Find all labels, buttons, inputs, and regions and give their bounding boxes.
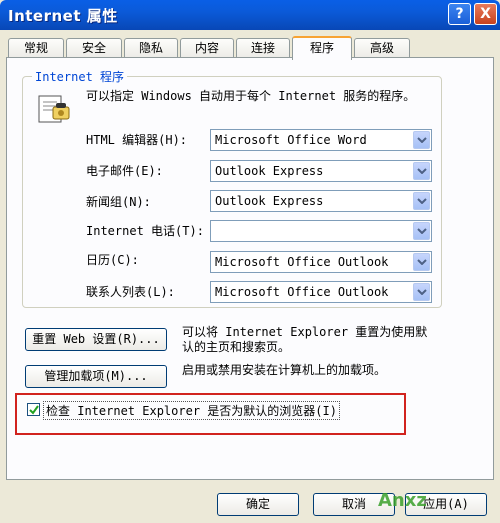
tab-advanced[interactable]: 高级 — [354, 38, 410, 58]
ok-button[interactable]: 确定 — [217, 493, 299, 516]
html-editor-value: Microsoft Office Word — [215, 133, 367, 147]
group-description: 可以指定 Windows 自动用于每个 Internet 服务的程序。 — [86, 89, 416, 103]
internet-call-select[interactable] — [210, 220, 432, 242]
reset-description-line2: 认的主页和搜索页。 — [182, 340, 291, 354]
html-editor-select[interactable]: Microsoft Office Word — [210, 129, 432, 151]
email-select[interactable]: Outlook Express — [210, 160, 432, 182]
manage-addons-button[interactable]: 管理加载项(M)... — [25, 365, 167, 388]
window-title: Internet 属性 — [8, 7, 118, 25]
watermark-logo: Anxz — [378, 490, 427, 511]
contacts-value: Microsoft Office Outlook — [215, 285, 389, 299]
chevron-down-icon[interactable] — [413, 192, 430, 210]
programs-icon — [36, 90, 72, 129]
chevron-down-icon[interactable] — [413, 253, 430, 271]
tab-general[interactable]: 常规 — [8, 38, 64, 58]
tab-strip: 常规 安全 隐私 内容 连接 程序 高级 — [0, 36, 500, 60]
contacts-label: 联系人列表(L): — [86, 285, 175, 299]
addons-description: 启用或禁用安装在计算机上的加载项。 — [182, 363, 387, 377]
checkmark-icon — [29, 405, 39, 415]
contacts-select[interactable]: Microsoft Office Outlook — [210, 281, 432, 303]
calendar-label: 日历(C): — [86, 253, 139, 267]
email-label: 电子邮件(E): — [86, 164, 163, 178]
help-button[interactable]: ? — [448, 3, 471, 25]
chevron-down-icon[interactable] — [413, 283, 430, 301]
chevron-down-icon[interactable] — [413, 131, 430, 149]
reset-description-line1: 可以将 Internet Explorer 重置为使用默 — [182, 325, 428, 339]
reset-web-settings-button[interactable]: 重置 Web 设置(R)... — [25, 328, 167, 351]
email-value: Outlook Express — [215, 164, 324, 178]
close-button[interactable]: X — [474, 3, 497, 25]
calendar-select[interactable]: Microsoft Office Outlook — [210, 251, 432, 273]
newsgroup-value: Outlook Express — [215, 194, 324, 208]
calendar-value: Microsoft Office Outlook — [215, 255, 389, 269]
newsgroup-select[interactable]: Outlook Express — [210, 190, 432, 212]
title-bar: Internet 属性 ? X — [0, 0, 500, 30]
tab-programs[interactable]: 程序 — [292, 36, 352, 60]
default-browser-label[interactable]: 检查 Internet Explorer 是否为默认的浏览器(I) — [43, 401, 340, 420]
tab-connections[interactable]: 连接 — [236, 38, 290, 58]
tab-privacy[interactable]: 隐私 — [124, 38, 178, 58]
group-label: Internet 程序 — [32, 68, 128, 85]
default-browser-checkbox[interactable] — [27, 403, 40, 416]
newsgroup-label: 新闻组(N): — [86, 195, 151, 209]
html-editor-label: HTML 编辑器(H): — [86, 133, 188, 147]
internet-call-label: Internet 电话(T): — [86, 224, 204, 238]
chevron-down-icon[interactable] — [413, 162, 430, 180]
tab-security[interactable]: 安全 — [66, 38, 122, 58]
chevron-down-icon[interactable] — [413, 222, 430, 240]
tab-content[interactable]: 内容 — [180, 38, 234, 58]
